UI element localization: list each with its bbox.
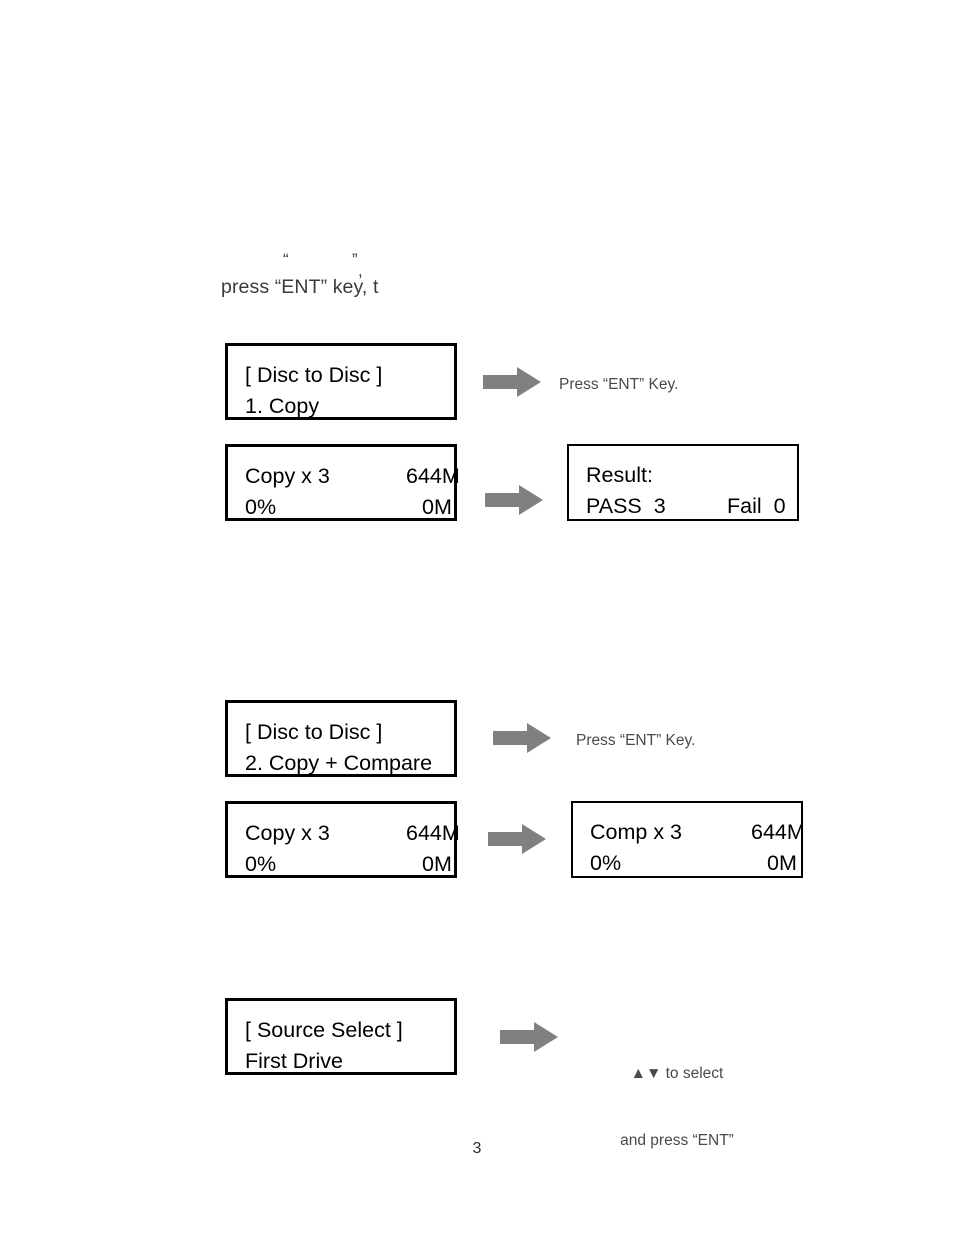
note-select-hint: ▲▼ to select and press “ENT” (577, 1018, 777, 1198)
lcd-line-1: Copy x 3 644M (245, 461, 460, 492)
stray-open-quote: “ (283, 250, 289, 269)
lcd-line-2-right: Fail 0 (727, 494, 786, 518)
lcd-line-2-right: 0M (422, 495, 452, 519)
lcd-line-1-right: 644M (406, 464, 460, 488)
lcd-panel-source-select: [ Source Select ] First Drive (225, 998, 457, 1075)
lcd-line-2-left: 0% (245, 495, 277, 519)
page-number: 3 (472, 1140, 482, 1157)
lcd-line-1: Copy x 3 644M (245, 818, 460, 849)
lcd-line-2: 0% 0M (245, 492, 454, 523)
arrow-right-icon (488, 824, 546, 854)
lcd-line-2-right: 0M (767, 851, 797, 875)
lcd-line-1-right: 644M (406, 821, 460, 845)
lcd-line-2-left: PASS 3 (586, 494, 666, 518)
lcd-line-1: [ Source Select ] (245, 1015, 454, 1046)
arrow-right-icon (500, 1022, 558, 1052)
lcd-line-2: 0% 0M (245, 849, 454, 880)
document-page: “ ” , press “ENT” key, t [ Disc to Disc … (0, 0, 954, 1235)
lcd-panel-compare-progress: Comp x 3 644M 0% 0M (571, 801, 805, 879)
note-press-ent-copy: Press “ENT” Key. (559, 376, 679, 393)
note-select-hint-line-1: ▲▼ to select (630, 1064, 724, 1082)
lcd-line-1: [ Disc to Disc ] (245, 360, 454, 391)
lcd-panel-copy-result: Result: PASS 3 Fail 0 (567, 444, 799, 521)
stray-close-quote: ” (352, 250, 358, 269)
lcd-line-1-left: [ Source Select ] (245, 1018, 403, 1042)
lcd-line-1-right: 644M (751, 820, 805, 844)
lcd-line-2-left: 2. Copy + Compare (245, 751, 433, 775)
lcd-line-1: Result: (586, 460, 797, 491)
lcd-line-1-left: [ Disc to Disc ] (245, 363, 383, 387)
lcd-line-1: [ Disc to Disc ] (245, 717, 454, 748)
intro-paragraph: press “ENT” key, t (221, 276, 379, 298)
lcd-panel-disc-to-disc-copy: [ Disc to Disc ] 1. Copy (225, 343, 457, 420)
lcd-line-2: First Drive (245, 1046, 454, 1077)
lcd-line-2-left: 0% (590, 851, 622, 875)
lcd-line-1-left: Copy x 3 (245, 821, 330, 845)
lcd-line-2-left: First Drive (245, 1049, 343, 1073)
lcd-line-1-left: Copy x 3 (245, 464, 330, 488)
lcd-line-1-left: Comp x 3 (590, 820, 683, 844)
note-press-ent-copy-compare: Press “ENT” Key. (576, 732, 696, 749)
lcd-line-2: 2. Copy + Compare (245, 748, 454, 779)
lcd-line-2: 0% 0M (590, 848, 801, 879)
lcd-line-1-left: [ Disc to Disc ] (245, 720, 383, 744)
arrow-right-icon (485, 485, 543, 515)
lcd-line-1: Comp x 3 644M (590, 817, 805, 848)
lcd-line-2-left: 0% (245, 852, 277, 876)
arrow-right-icon (493, 723, 551, 753)
arrow-right-icon (483, 367, 541, 397)
lcd-line-2: PASS 3 Fail 0 (586, 491, 797, 522)
lcd-line-1-left: Result: (586, 463, 653, 487)
lcd-panel-copy-progress-2: Copy x 3 644M 0% 0M (225, 801, 460, 880)
lcd-line-2-left: 1. Copy (245, 394, 320, 418)
lcd-panel-disc-to-disc-copy-compare: [ Disc to Disc ] 2. Copy + Compare (225, 700, 457, 777)
lcd-line-2-right: 0M (422, 852, 452, 876)
lcd-line-2: 1. Copy (245, 391, 454, 422)
lcd-panel-copy-progress: Copy x 3 644M 0% 0M (225, 444, 460, 523)
